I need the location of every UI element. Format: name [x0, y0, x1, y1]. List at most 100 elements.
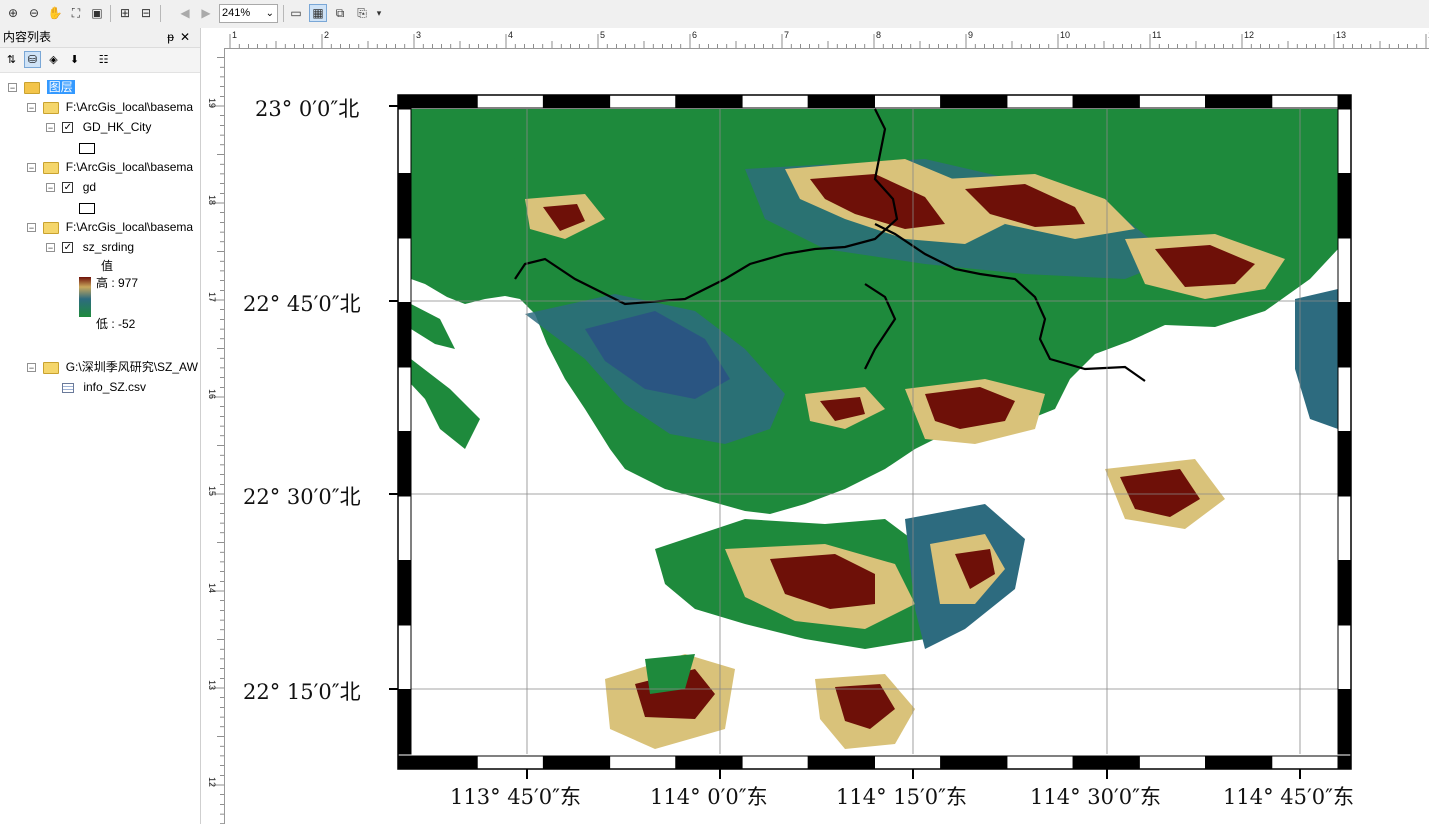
- map-frame[interactable]: [225, 49, 1429, 824]
- group-path: F:\ArcGis_local\basema: [65, 100, 194, 114]
- toc-group[interactable]: − F:\ArcGis_local\basema: [27, 158, 193, 176]
- layers-label[interactable]: 图层: [46, 80, 75, 94]
- ruler-number: 17: [207, 292, 217, 303]
- collapse-icon[interactable]: −: [46, 183, 55, 193]
- fixed-zoom-out-icon[interactable]: ⊟: [137, 4, 155, 22]
- ruler-number: 18: [207, 195, 217, 206]
- list-by-selection-icon[interactable]: ⬇: [66, 51, 83, 68]
- list-by-drawing-order-icon[interactable]: ⇅: [3, 51, 20, 68]
- folder-icon: [43, 361, 60, 374]
- toc-layer[interactable]: − ✓ sz_srding: [46, 238, 134, 256]
- change-layout-icon[interactable]: ⧉: [331, 4, 349, 22]
- ruler-number: 10: [1060, 30, 1071, 40]
- legend-low: 低 : -52: [96, 317, 136, 331]
- color-ramp-icon[interactable]: [79, 277, 91, 317]
- group-path: F:\ArcGis_local\basema: [65, 160, 194, 174]
- ruler-number: 7: [784, 30, 790, 40]
- pan-icon[interactable]: ✋: [46, 4, 64, 22]
- ruler-number: 16: [207, 389, 217, 400]
- folder-icon: [43, 161, 60, 174]
- toc-title: 内容列表: [3, 30, 52, 44]
- lon-label-114-15: 114° 15′0″东: [836, 785, 967, 809]
- ruler-number: 13: [1336, 30, 1347, 40]
- checkbox-checked-icon[interactable]: ✓: [62, 242, 74, 254]
- toc-layer[interactable]: − ✓ gd: [46, 178, 96, 196]
- lon-label-114-00: 114° 0′0″东: [650, 785, 768, 809]
- map-toolbar: ⊕ ⊖ ✋ ⛶ ▣ ⊞ ⊟ ◀ ▶ 241% ⌄ ▭ ▦ ⧉ ⎘ ▾: [0, 0, 1429, 29]
- ruler-number: 1: [232, 30, 238, 40]
- checkbox-checked-icon[interactable]: ✓: [62, 182, 74, 194]
- page-icon[interactable]: ▣: [88, 4, 106, 22]
- list-by-source-icon[interactable]: ⛁: [24, 51, 41, 68]
- ruler-number: 11: [1152, 30, 1162, 40]
- lat-label-22-15: 22° 15′0″北: [243, 680, 361, 704]
- ruler-number: 14: [207, 583, 217, 594]
- ruler-number: 6: [692, 30, 698, 40]
- polygon-symbol-icon[interactable]: [79, 203, 95, 214]
- ruler-number: 4: [508, 30, 514, 40]
- list-by-visibility-icon[interactable]: ◈: [45, 51, 62, 68]
- toc-group[interactable]: − F:\ArcGis_local\basema: [27, 218, 193, 236]
- collapse-icon[interactable]: −: [27, 223, 36, 233]
- toc-header: 内容列表 ᵽ✕: [0, 28, 200, 48]
- folder-icon: [43, 101, 60, 114]
- ruler-number: 5: [600, 30, 606, 40]
- options-icon[interactable]: ☷: [95, 51, 112, 68]
- ruler-number: 15: [207, 486, 217, 497]
- polygon-symbol-icon[interactable]: [79, 143, 95, 154]
- lat-label-22-45: 22° 45′0″北: [243, 292, 361, 316]
- toolbar-overflow-icon[interactable]: ▾: [374, 4, 384, 22]
- forward-icon[interactable]: ▶: [197, 4, 215, 22]
- collapse-icon[interactable]: −: [46, 243, 55, 253]
- lat-label-23-00: 23° 0′0″北: [255, 97, 360, 121]
- pin-icon[interactable]: ᵽ: [167, 30, 180, 44]
- back-icon[interactable]: ◀: [176, 4, 194, 22]
- chevron-down-icon: ⌄: [265, 8, 274, 19]
- zoom-out-icon[interactable]: ⊖: [25, 4, 43, 22]
- table-of-contents: 内容列表 ᵽ✕ ⇅ ⛁ ◈ ⬇ ☷ − 图层 − F:\ArcGis_local…: [0, 28, 201, 824]
- group-path: F:\ArcGis_local\basema: [65, 220, 194, 234]
- toc-table[interactable]: info_SZ.csv: [62, 378, 146, 396]
- layers-icon: [24, 81, 41, 94]
- close-icon[interactable]: ✕: [180, 30, 196, 44]
- table-name[interactable]: info_SZ.csv: [83, 380, 146, 394]
- focus-frame-icon[interactable]: ▦: [309, 4, 327, 22]
- lon-label-114-45: 114° 45′0″东: [1223, 785, 1354, 809]
- lon-label-113-45: 113° 45′0″东: [450, 785, 581, 809]
- toc-toolbar: ⇅ ⛁ ◈ ⬇ ☷: [0, 48, 200, 73]
- toc-group[interactable]: − G:\深圳季风研究\SZ_AW: [27, 358, 198, 376]
- ruler-number: 12: [1244, 30, 1255, 40]
- checkbox-checked-icon[interactable]: ✓: [62, 122, 74, 134]
- layer-name[interactable]: sz_srding: [83, 240, 134, 254]
- zoom-level-select[interactable]: 241% ⌄: [219, 4, 278, 23]
- ruler-number: 2: [324, 30, 330, 40]
- layout-page[interactable]: 23° 0′0″北 22° 45′0″北 22° 30′0″北 22° 15′0…: [225, 49, 1429, 824]
- collapse-icon[interactable]: −: [27, 363, 36, 373]
- legend-title: 值: [101, 259, 114, 273]
- collapse-icon[interactable]: −: [46, 123, 55, 133]
- lon-label-114-30: 114° 30′0″东: [1030, 785, 1161, 809]
- zoom-value: 241%: [222, 7, 251, 19]
- layer-name[interactable]: GD_HK_City: [83, 120, 152, 134]
- collapse-icon[interactable]: −: [27, 163, 36, 173]
- toc-root-layers[interactable]: − 图层: [8, 78, 75, 96]
- ruler-number: 9: [968, 30, 974, 40]
- data-driven-pages-icon[interactable]: ⎘: [353, 4, 371, 22]
- folder-icon: [43, 221, 60, 234]
- toc-group[interactable]: − F:\ArcGis_local\basema: [27, 98, 193, 116]
- table-icon: [62, 382, 74, 393]
- layout-view: 1234567891011121314 1918171615141312: [201, 28, 1429, 824]
- layer-name[interactable]: gd: [83, 180, 96, 194]
- legend-high: 高 : 977: [96, 276, 139, 290]
- full-extent-icon[interactable]: ⛶: [67, 4, 85, 22]
- fixed-zoom-in-icon[interactable]: ⊞: [116, 4, 134, 22]
- ruler-number: 12: [207, 777, 217, 788]
- toggle-draft-icon[interactable]: ▭: [287, 4, 305, 22]
- zoom-in-icon[interactable]: ⊕: [4, 4, 22, 22]
- collapse-icon[interactable]: −: [27, 103, 36, 113]
- group-path: G:\深圳季风研究\SZ_AW: [65, 360, 198, 374]
- toc-layer[interactable]: − ✓ GD_HK_City: [46, 118, 151, 136]
- ruler-number: 19: [207, 98, 217, 109]
- collapse-icon[interactable]: −: [8, 83, 17, 93]
- ruler-vertical: 19 18 17 16 15 14 13 12: [201, 48, 225, 824]
